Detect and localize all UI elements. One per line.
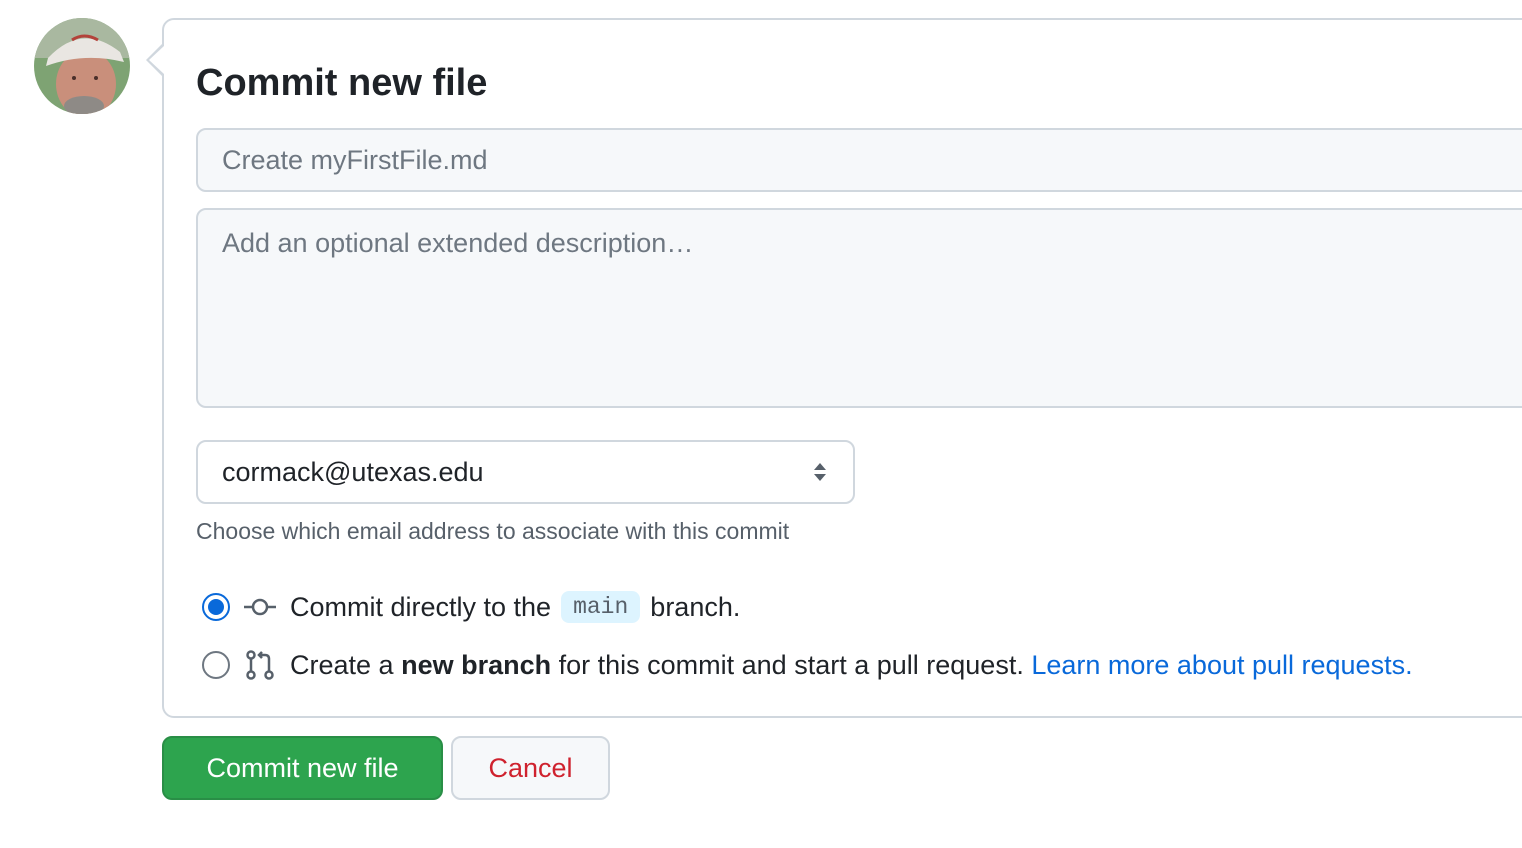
new-branch-bold: new branch <box>401 649 552 680</box>
cancel-button[interactable]: Cancel <box>451 736 610 800</box>
email-help-text: Choose which email address to associate … <box>196 518 790 544</box>
commit-description-textarea[interactable] <box>196 208 1522 408</box>
learn-more-pull-requests-link[interactable]: Learn more about pull requests. <box>1031 650 1412 681</box>
avatar-image <box>34 18 130 114</box>
commit-direct-option[interactable]: Commit directly to the main branch. <box>202 587 740 627</box>
new-branch-option[interactable]: Create a new branch for this commit and … <box>202 645 1413 685</box>
commit-direct-text-end: branch. <box>650 591 741 622</box>
avatar[interactable] <box>34 18 130 114</box>
commit-new-file-button[interactable]: Commit new file <box>162 736 443 800</box>
new-branch-text: Create a <box>290 649 394 680</box>
git-pull-request-icon <box>246 650 274 680</box>
commit-title: Commit new file <box>196 62 488 104</box>
panel-pointer-fill <box>149 46 164 74</box>
commit-direct-radio[interactable] <box>202 593 230 621</box>
select-arrows-icon <box>814 463 826 481</box>
commit-direct-text: Commit directly to the <box>290 591 552 622</box>
commit-summary-input[interactable] <box>196 128 1522 192</box>
git-commit-icon <box>244 598 276 616</box>
new-branch-text-end: for this commit and start a pull request… <box>558 649 1024 680</box>
commit-email-select[interactable]: cormack@utexas.edu <box>196 440 855 504</box>
email-select-value: cormack@utexas.edu <box>222 456 484 487</box>
new-branch-radio[interactable] <box>202 651 230 679</box>
branch-name-badge: main <box>561 591 641 623</box>
